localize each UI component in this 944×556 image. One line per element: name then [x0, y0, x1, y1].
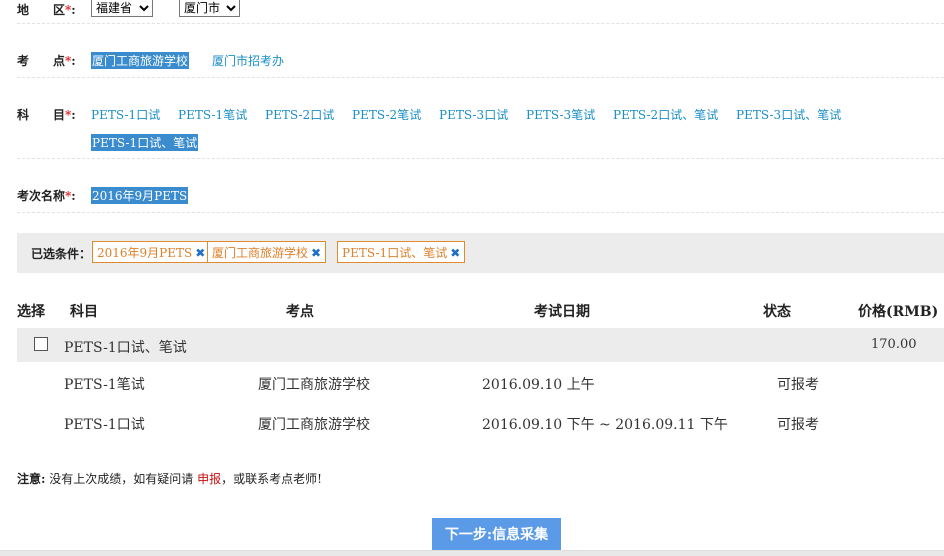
notice-tail: ，或联系考点老师! [221, 472, 322, 486]
group-subject: PETS-1口试、笔试 [64, 340, 187, 356]
divider [17, 77, 944, 78]
group-price: 170.00 [871, 337, 917, 352]
condition-tag-text: 厦门工商旅游学校 [212, 246, 309, 260]
table-row-site: 厦门工商旅游学校 [258, 377, 370, 393]
table-row-date: 2016.09.10 下午 ~ 2016.09.11 下午 [482, 417, 728, 433]
site-option-xiamen-business-school[interactable]: 厦门工商旅游学校 [91, 52, 190, 69]
table-row-status: 可报考 [777, 377, 819, 393]
region-label: 地 区*: [17, 3, 76, 17]
subject-option-pets2-oral-written[interactable]: PETS-2口试、笔试 [613, 106, 718, 123]
session-label: 考次名称*: [17, 189, 76, 203]
col-header-select: 选择 [17, 304, 45, 320]
subject-option-pets3-oral[interactable]: PETS-3口试 [439, 106, 508, 123]
divider [17, 23, 944, 24]
exam-site-label: 考 点*: [17, 54, 76, 68]
condition-tag-site: 厦门工商旅游学校 ✖ [207, 241, 327, 263]
condition-tag-session: 2016年9月PETS ✖ [92, 241, 211, 263]
col-header-status: 状态 [763, 304, 791, 320]
col-header-subject: 科目 [70, 304, 98, 320]
notice-text: 注意: 没有上次成绩，如有疑问请 申报，或联系考点老师! [17, 470, 322, 487]
table-row-subject: PETS-1笔试 [64, 377, 145, 393]
table-row-subject: PETS-1口试 [64, 417, 145, 433]
subject-option-pets3-oral-written[interactable]: PETS-3口试、笔试 [736, 106, 841, 123]
divider [17, 212, 944, 213]
selected-conditions-label: 已选条件： [31, 247, 92, 261]
condition-tag-text: 2016年9月PETS [97, 246, 193, 260]
table-row-date: 2016.09.10 上午 [482, 377, 595, 393]
subject-option-pets1-oral-written[interactable]: PETS-1口试、笔试 [91, 134, 199, 151]
col-header-price: 价格(RMB) [858, 304, 939, 320]
table-row-status: 可报考 [777, 417, 819, 433]
remove-icon[interactable]: ✖ [450, 246, 460, 260]
select-checkbox[interactable] [34, 337, 48, 351]
subject-option-pets1-oral[interactable]: PETS-1口试 [91, 106, 160, 123]
notice-body: 没有上次成绩，如有疑问请 [45, 472, 198, 486]
subject-option-pets1-written[interactable]: PETS-1笔试 [178, 106, 247, 123]
remove-icon[interactable]: ✖ [195, 246, 205, 260]
divider [17, 158, 944, 159]
subject-option-pets2-written[interactable]: PETS-2笔试 [352, 106, 421, 123]
site-option-xiamen-exam-office[interactable]: 厦门市招考办 [212, 52, 284, 69]
next-step-button[interactable]: 下一步:信息采集 [432, 518, 561, 550]
col-header-site: 考点 [286, 304, 314, 320]
session-option-2016-09-pets[interactable]: 2016年9月PETS [91, 187, 189, 204]
subject-option-pets3-written[interactable]: PETS-3笔试 [526, 106, 595, 123]
notice-label: 注意: [17, 472, 46, 486]
report-link[interactable]: 申报 [197, 472, 221, 486]
page-bottom-edge [0, 550, 944, 556]
table-row-site: 厦门工商旅游学校 [258, 417, 370, 433]
subject-option-pets2-oral[interactable]: PETS-2口试 [265, 106, 334, 123]
subject-label: 科 目*: [17, 108, 76, 122]
province-select[interactable]: 福建省 [91, 0, 153, 17]
city-select[interactable]: 厦门市 [179, 0, 240, 17]
selected-conditions-bar: 已选条件： 2016年9月PETS ✖ 厦门工商旅游学校 ✖ PETS-1口试、笔试… [17, 233, 944, 273]
condition-tag-text: PETS-1口试、笔试 [342, 246, 448, 260]
condition-tag-subject: PETS-1口试、笔试 ✖ [337, 241, 466, 263]
remove-icon[interactable]: ✖ [311, 246, 321, 260]
col-header-date: 考试日期 [534, 304, 590, 320]
